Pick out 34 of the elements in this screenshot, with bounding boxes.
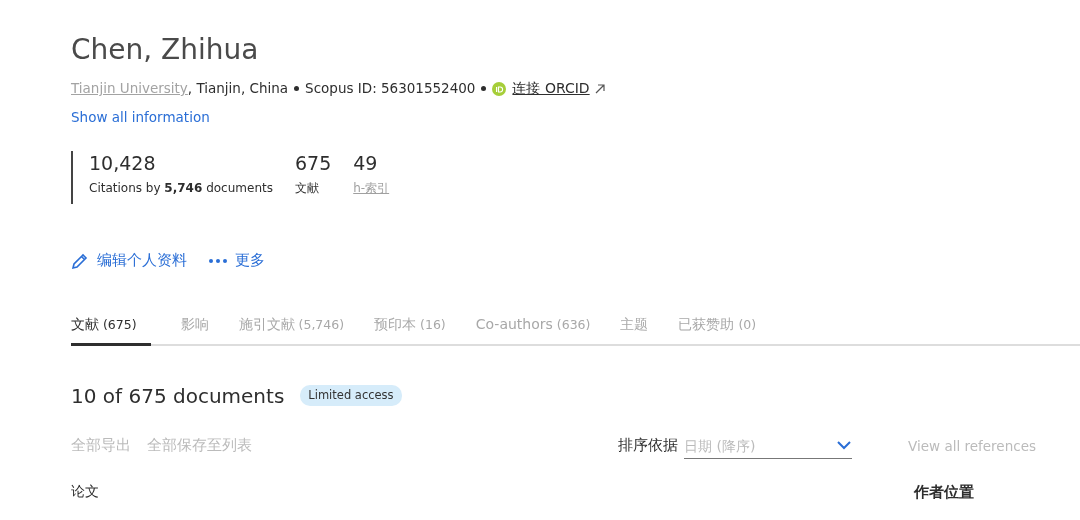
external-link-icon — [593, 82, 606, 95]
tab[interactable]: 影响 — [180, 309, 209, 346]
more-icon — [209, 258, 227, 263]
tab[interactable]: 文献 (675) — [71, 309, 151, 346]
column-header: 作者位置 — [914, 481, 974, 503]
author-name: Chen, Zhihua — [71, 32, 260, 68]
sort-dropdown[interactable]: 日期 (降序) — [684, 435, 853, 459]
metric-value: 49 — [353, 151, 379, 175]
pencil-icon — [71, 251, 89, 270]
chevron-down-icon — [836, 439, 853, 450]
affiliation-link[interactable]: Tianjin University — [71, 78, 188, 99]
metric-value: 10,428 — [89, 151, 157, 175]
location-text: , Tianjin, China — [187, 79, 289, 99]
orcid-link[interactable]: 连接 ORCID — [512, 78, 590, 99]
metric-label: 文献 — [294, 180, 320, 197]
orcid-icon — [492, 81, 507, 96]
results-heading: 10 of 675 documents — [71, 383, 285, 408]
bullet-icon — [294, 86, 300, 91]
metric-label: Citations by 5,746 documents — [89, 180, 273, 197]
tab[interactable]: 施引文献 (5,746) — [238, 309, 345, 346]
bullet-icon — [481, 86, 487, 91]
profile-action-link[interactable]: 更多 — [209, 250, 265, 272]
sort-label: 排序依据 — [618, 436, 679, 456]
metric-value: 675 — [294, 151, 332, 175]
metric-link[interactable]: h-索引 — [353, 179, 390, 197]
tab[interactable]: Co-authors (636) — [475, 309, 591, 346]
show-all-link[interactable]: Show all information — [71, 107, 210, 128]
tab[interactable]: 预印本 (16) — [374, 309, 446, 346]
tab[interactable]: 主题 — [620, 309, 649, 346]
column-header: 论文 — [71, 481, 99, 501]
profile-action-link[interactable]: 编辑个人资料 — [71, 250, 187, 272]
access-tag: Limited access — [300, 385, 402, 407]
tab[interactable]: 已获赞助 (0) — [678, 309, 757, 346]
scopus-id: Scopus ID: 56301552400 — [305, 79, 476, 99]
